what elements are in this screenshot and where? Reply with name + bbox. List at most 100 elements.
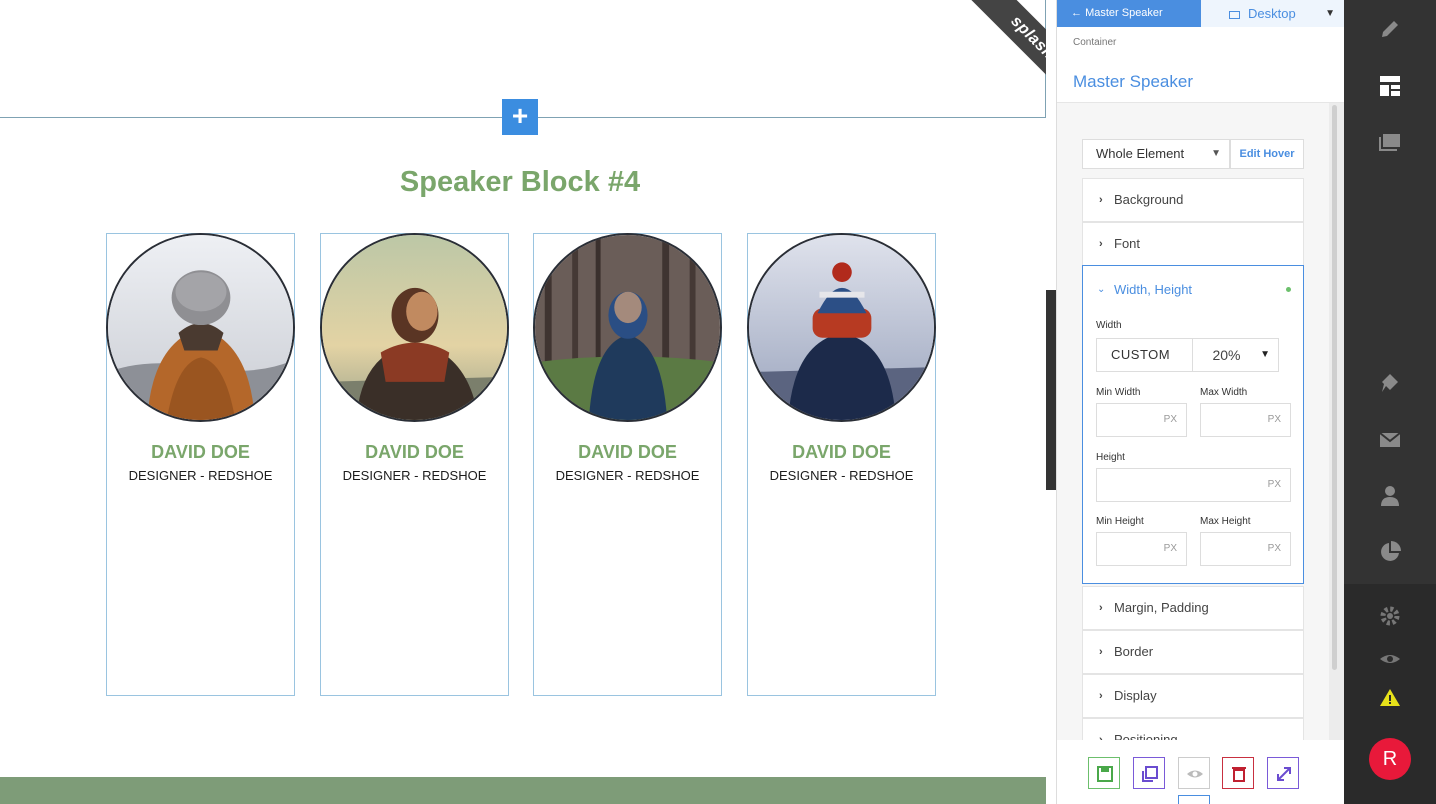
app-root: splash + Speaker Block #4 DAVID DOE DESI… [0, 0, 1436, 804]
chevron-down-icon: ▼ [1325, 8, 1335, 19]
canvas-scrollbar[interactable] [1046, 290, 1056, 490]
width-unit-select[interactable]: CUSTOM [1096, 338, 1193, 372]
mail-icon[interactable] [1378, 428, 1402, 452]
eye-icon [1187, 770, 1203, 778]
speaker-photo [320, 233, 509, 422]
min-height-input[interactable]: PX [1096, 532, 1187, 566]
ribbon-text: splash [964, 0, 1046, 90]
speaker-photo [106, 233, 295, 422]
chevron-right-icon: › [1099, 646, 1103, 658]
speaker-name: DAVID DOE [365, 442, 464, 462]
gallery-icon[interactable] [1378, 129, 1402, 153]
breadcrumb[interactable]: Container [1073, 37, 1116, 48]
device-label: Desktop [1248, 6, 1296, 21]
page-canvas: splash + Speaker Block #4 DAVID DOE DESI… [0, 0, 1046, 804]
expand-button[interactable] [1267, 757, 1299, 789]
max-height-input[interactable]: PX [1200, 532, 1291, 566]
speaker-role: DESIGNER - REDSHOE [128, 468, 273, 483]
style-sections: Whole Element ▼ Edit Hover › Background … [1057, 103, 1329, 740]
max-width-label: Max Width [1200, 387, 1248, 398]
add-section-button[interactable]: + [502, 99, 538, 135]
panel-title: Master Speaker [1073, 72, 1193, 91]
speaker-card[interactable]: DAVID DOE DESIGNER - REDSHOE [533, 233, 722, 696]
state-select[interactable]: Whole Element ▼ [1082, 139, 1230, 169]
section-label: Background [1114, 192, 1184, 207]
eye-icon[interactable] [1378, 647, 1402, 671]
copy-icon [1142, 766, 1158, 782]
pie-chart-icon[interactable] [1378, 540, 1402, 564]
min-width-input[interactable]: PX [1096, 403, 1187, 437]
min-height-label: Min Height [1096, 516, 1144, 527]
chevron-right-icon: › [1099, 690, 1103, 702]
speaker-card[interactable]: DAVID DOE DESIGNER - REDSHOE [320, 233, 509, 696]
splash-ribbon: splash [956, 0, 1046, 90]
footer-section[interactable] [0, 777, 1046, 804]
speaker-name: DAVID DOE [792, 442, 891, 462]
user-avatar[interactable]: R [1369, 738, 1411, 780]
max-width-input[interactable]: PX [1200, 403, 1291, 437]
rocket-icon[interactable] [1378, 372, 1402, 396]
state-select-value: Whole Element [1096, 146, 1185, 161]
section-display[interactable]: › Display [1082, 674, 1304, 718]
gear-icon[interactable] [1378, 604, 1402, 628]
section-width-height: ⌄ Width, Height Width CUSTOM 20% ▼ Min W… [1082, 265, 1304, 584]
height-input[interactable]: PX [1096, 468, 1291, 502]
section-background[interactable]: › Background [1082, 178, 1304, 222]
width-label: Width [1096, 320, 1122, 331]
section-label: Margin, Padding [1114, 600, 1209, 615]
speaker-role: DESIGNER - REDSHOE [769, 468, 914, 483]
speaker-name: DAVID DOE [578, 442, 677, 462]
arrow-left-icon: ← [1071, 7, 1086, 19]
edit-hover-button[interactable]: Edit Hover [1230, 139, 1304, 169]
section-font[interactable]: › Font [1082, 222, 1304, 266]
max-height-label: Max Height [1200, 516, 1251, 527]
chevron-right-icon: › [1099, 602, 1103, 614]
chevron-down-icon: ▼ [1211, 148, 1221, 159]
device-select[interactable]: Desktop ▼ [1229, 0, 1345, 27]
save-button[interactable] [1088, 757, 1120, 789]
section-width-height-header[interactable]: ⌄ Width, Height [1083, 266, 1303, 314]
section-label: Width, Height [1114, 282, 1193, 297]
section-label: Font [1114, 236, 1141, 251]
speaker-name: DAVID DOE [151, 442, 250, 462]
section-label: Display [1114, 688, 1157, 703]
expand-icon [1277, 767, 1291, 781]
duplicate-button[interactable] [1133, 757, 1165, 789]
section-label: Positioning [1114, 732, 1178, 740]
min-width-label: Min Width [1096, 387, 1141, 398]
panel-header: ← Master Speaker Desktop ▼ [1057, 0, 1345, 27]
chevron-down-icon[interactable]: ▼ [1260, 339, 1270, 371]
delete-button[interactable] [1222, 757, 1254, 789]
main-toolbar: R [1344, 0, 1436, 804]
modified-indicator [1286, 287, 1291, 292]
width-input[interactable]: 20% ▼ [1193, 338, 1279, 372]
pencil-icon[interactable] [1378, 17, 1402, 41]
chevron-right-icon: › [1099, 734, 1103, 740]
width-value: 20% [1212, 347, 1241, 363]
trash-icon [1232, 767, 1246, 782]
preview-button[interactable] [1178, 757, 1210, 789]
panel-actions [1057, 740, 1345, 804]
section-positioning[interactable]: › Positioning [1082, 718, 1304, 740]
section-title: Speaker Block #4 [399, 166, 641, 198]
section-border[interactable]: › Border [1082, 630, 1304, 674]
height-label: Height [1096, 452, 1125, 463]
scrollbar-thumb[interactable] [1332, 105, 1337, 670]
save-icon [1097, 766, 1113, 782]
user-icon[interactable] [1378, 484, 1402, 508]
speaker-card[interactable]: DAVID DOE DESIGNER - REDSHOE [106, 233, 295, 696]
section-margin-padding[interactable]: › Margin, Padding [1082, 586, 1304, 630]
speaker-photo [533, 233, 722, 422]
speaker-role: DESIGNER - REDSHOE [342, 468, 487, 483]
master-speaker-tab[interactable]: ← Master Speaker [1057, 0, 1201, 27]
speaker-photo [747, 233, 936, 422]
collapse-toggle[interactable] [1178, 795, 1210, 804]
panel-scrollbar[interactable] [1329, 103, 1345, 740]
speaker-role: DESIGNER - REDSHOE [555, 468, 700, 483]
monitor-icon [1229, 11, 1240, 19]
warning-icon[interactable] [1378, 686, 1402, 710]
speaker-card[interactable]: DAVID DOE DESIGNER - REDSHOE [747, 233, 936, 696]
chevron-down-icon: ⌄ [1097, 284, 1106, 295]
chevron-right-icon: › [1099, 238, 1103, 250]
layout-icon[interactable] [1378, 74, 1402, 98]
